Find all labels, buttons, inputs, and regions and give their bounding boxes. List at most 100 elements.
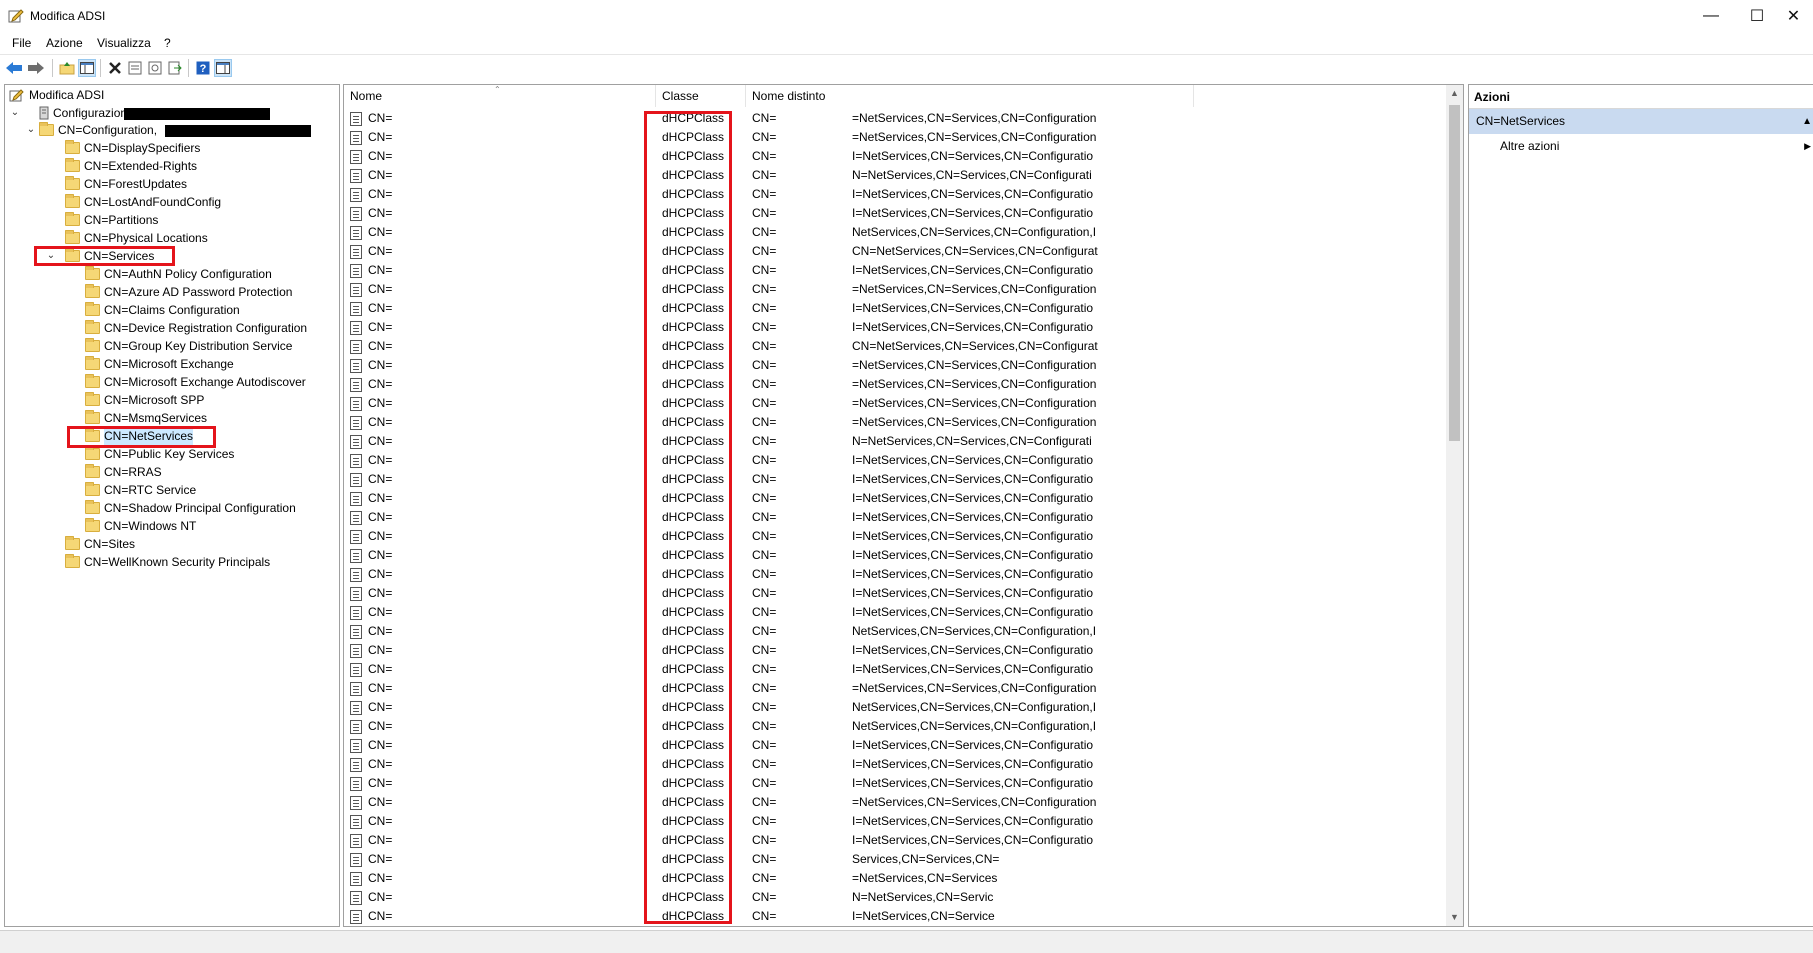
table-row[interactable]: CN= dHCPClass CN= I=NetServices,CN=Services… xyxy=(344,736,1444,755)
cell-name: CN= xyxy=(368,396,393,410)
cell-dn-tail: I=NetServices,CN=Service xyxy=(852,909,995,923)
table-row[interactable]: CN= dHCPClass CN= I=NetServices,CN=Services… xyxy=(344,261,1444,280)
forward-icon[interactable] xyxy=(27,59,45,77)
menu-visualizza[interactable]: Visualizza xyxy=(97,36,151,50)
table-row[interactable]: CN= dHCPClass CN= I=NetServices,CN=Services… xyxy=(344,527,1444,546)
export-icon[interactable] xyxy=(166,59,184,77)
up-folder-icon[interactable] xyxy=(58,59,76,77)
table-row[interactable]: CN= dHCPClass CN= I=NetServices,CN=Services… xyxy=(344,318,1444,337)
table-row[interactable]: CN= dHCPClass CN= I=NetServices,CN=Services… xyxy=(344,774,1444,793)
tree-node-label: CN=Partitions xyxy=(84,213,159,227)
action-altre-azioni[interactable]: Altre azioni xyxy=(1500,137,1559,155)
cell-dn-tail: I=NetServices,CN=Services,CN=Configurati… xyxy=(852,187,1094,201)
menu-help[interactable]: ? xyxy=(164,36,171,50)
table-row[interactable]: CN= dHCPClass CN= I=NetServices,CN=Services… xyxy=(344,641,1444,660)
table-row[interactable]: CN= dHCPClass CN= I=NetServices,CN=Services… xyxy=(344,299,1444,318)
tree-node-cn-configuration[interactable]: ⌄ CN=Configuration, xyxy=(25,121,325,139)
table-row[interactable]: CN= dHCPClass CN= =NetServices,CN=Services,… xyxy=(344,375,1444,394)
table-row[interactable]: CN= dHCPClass CN= NetServices,CN=Services,C… xyxy=(344,223,1444,242)
table-row[interactable]: CN= dHCPClass CN= =NetServices,CN=Services,… xyxy=(344,793,1444,812)
folder-icon xyxy=(85,284,100,298)
help-icon[interactable]: ? xyxy=(194,59,212,77)
table-row[interactable]: CN= dHCPClass CN= I=NetServices,CN=Service xyxy=(344,907,1444,926)
table-row[interactable]: CN= dHCPClass CN= I=NetServices,CN=Services… xyxy=(344,831,1444,850)
scrollbar-thumb[interactable] xyxy=(1449,105,1460,441)
tree-node-services[interactable]: ⌄ CN=Services xyxy=(45,247,185,265)
table-row[interactable]: CN= dHCPClass CN= CN=NetServices,CN=Service… xyxy=(344,337,1444,356)
delete-icon[interactable] xyxy=(106,59,124,77)
column-header-classe[interactable]: Classe xyxy=(656,85,746,107)
actions-section-netservices[interactable]: CN=NetServices ▲ xyxy=(1469,109,1813,134)
table-row[interactable]: CN= dHCPClass CN= NetServices,CN=Services,C… xyxy=(344,717,1444,736)
table-row[interactable]: CN= dHCPClass CN= I=NetServices,CN=Services… xyxy=(344,565,1444,584)
cell-class: dHCPClass xyxy=(662,757,725,771)
cell-dn-tail: Services,CN=Services,CN= xyxy=(852,852,1000,866)
column-header-nome-distinto[interactable]: Nome distinto xyxy=(746,85,1194,107)
table-row[interactable]: CN= dHCPClass CN= I=NetServices,CN=Services… xyxy=(344,584,1444,603)
table-row[interactable]: CN= dHCPClass CN= =NetServices,CN=Services,… xyxy=(344,394,1444,413)
table-row[interactable]: CN= dHCPClass CN= =NetServices,CN=Services,… xyxy=(344,109,1444,128)
menu-azione[interactable]: Azione xyxy=(46,36,83,50)
cell-class: dHCPClass xyxy=(662,130,725,144)
minimize-button[interactable]: — xyxy=(1688,0,1734,31)
table-row[interactable]: CN= dHCPClass CN= I=NetServices,CN=Services… xyxy=(344,451,1444,470)
menu-file[interactable]: File xyxy=(12,36,31,50)
table-row[interactable]: CN= dHCPClass CN= I=NetServices,CN=Services… xyxy=(344,508,1444,527)
folder-icon xyxy=(65,536,80,550)
table-row[interactable]: CN= dHCPClass CN= =NetServices,CN=Services xyxy=(344,869,1444,888)
close-button[interactable]: ✕ xyxy=(1774,0,1813,31)
cell-dn-prefix: CN= xyxy=(752,643,777,657)
cell-name: CN= xyxy=(368,890,393,904)
collapse-arrow-icon[interactable]: ▲ xyxy=(1802,109,1812,134)
chevron-down-icon[interactable]: ⌄ xyxy=(9,104,21,122)
table-row[interactable]: CN= dHCPClass CN= I=NetServices,CN=Services… xyxy=(344,147,1444,166)
chevron-down-icon[interactable]: ⌄ xyxy=(45,247,57,265)
cell-name: CN= xyxy=(368,529,393,543)
dhcp-class-object-icon xyxy=(350,568,362,582)
table-row[interactable]: CN= dHCPClass CN= NetServices,CN=Services,C… xyxy=(344,622,1444,641)
table-row[interactable]: CN= dHCPClass CN= CN=NetServices,CN=Service… xyxy=(344,242,1444,261)
table-row[interactable]: CN= dHCPClass CN= =NetServices,CN=Services,… xyxy=(344,679,1444,698)
folder-icon xyxy=(85,320,100,334)
table-row[interactable]: CN= dHCPClass CN= I=NetServices,CN=Services… xyxy=(344,660,1444,679)
table-row[interactable]: CN= dHCPClass CN= I=NetServices,CN=Services… xyxy=(344,489,1444,508)
table-row[interactable]: CN= dHCPClass CN= I=NetServices,CN=Services… xyxy=(344,812,1444,831)
show-action-pane-icon[interactable] xyxy=(214,59,232,77)
dhcp-class-object-icon xyxy=(350,815,362,829)
tree-node-configurazione[interactable]: ⌄ Configurazione [ xyxy=(9,104,329,122)
dhcp-class-object-icon xyxy=(350,359,362,373)
table-row[interactable]: CN= dHCPClass CN= N=NetServices,CN=Servic xyxy=(344,888,1444,907)
table-row[interactable]: CN= dHCPClass CN= =NetServices,CN=Services,… xyxy=(344,413,1444,432)
table-row[interactable]: CN= dHCPClass CN= =NetServices,CN=Services,… xyxy=(344,128,1444,147)
tree-node-label: Modifica ADSI xyxy=(29,88,105,102)
cell-dn-tail: I=NetServices,CN=Services,CN=Configurati… xyxy=(852,776,1094,790)
cell-dn-tail: I=NetServices,CN=Services,CN=Configurati… xyxy=(852,757,1094,771)
table-row[interactable]: CN= dHCPClass CN= I=NetServices,CN=Services… xyxy=(344,755,1444,774)
cell-name: CN= xyxy=(368,510,393,524)
cell-dn-tail: I=NetServices,CN=Services,CN=Configurati… xyxy=(852,491,1094,505)
table-row[interactable]: CN= dHCPClass CN= =NetServices,CN=Services,… xyxy=(344,356,1444,375)
table-row[interactable]: CN= dHCPClass CN= NetServices,CN=Services,C… xyxy=(344,698,1444,717)
status-bar xyxy=(0,930,1813,953)
chevron-down-icon[interactable]: ⌄ xyxy=(25,121,37,139)
properties-icon[interactable] xyxy=(126,59,144,77)
show-tree-icon[interactable] xyxy=(78,59,96,77)
table-row[interactable]: CN= dHCPClass CN= N=NetServices,CN=Services… xyxy=(344,166,1444,185)
dhcp-class-object-icon xyxy=(350,188,362,202)
table-row[interactable]: CN= dHCPClass CN= Services,CN=Services,CN= xyxy=(344,850,1444,869)
table-row[interactable]: CN= dHCPClass CN= I=NetServices,CN=Services… xyxy=(344,603,1444,622)
cell-name: CN= xyxy=(368,225,393,239)
back-icon[interactable] xyxy=(5,59,23,77)
table-row[interactable]: CN= dHCPClass CN= N=NetServices,CN=Services… xyxy=(344,432,1444,451)
tree-node-label: CN=DisplaySpecifiers xyxy=(84,141,201,155)
refresh-icon[interactable] xyxy=(146,59,164,77)
table-row[interactable]: CN= dHCPClass CN= =NetServices,CN=Services,… xyxy=(344,280,1444,299)
dhcp-class-object-icon xyxy=(350,720,362,734)
table-row[interactable]: CN= dHCPClass CN= I=NetServices,CN=Services… xyxy=(344,204,1444,223)
table-row[interactable]: CN= dHCPClass CN= I=NetServices,CN=Services… xyxy=(344,470,1444,489)
scroll-up-icon[interactable]: ▲ xyxy=(1446,85,1463,102)
table-row[interactable]: CN= dHCPClass CN= I=NetServices,CN=Services… xyxy=(344,546,1444,565)
table-row[interactable]: CN= dHCPClass CN= I=NetServices,CN=Services… xyxy=(344,185,1444,204)
scroll-down-icon[interactable]: ▼ xyxy=(1446,909,1463,926)
vertical-scrollbar[interactable]: ▲ ▼ xyxy=(1446,85,1463,926)
